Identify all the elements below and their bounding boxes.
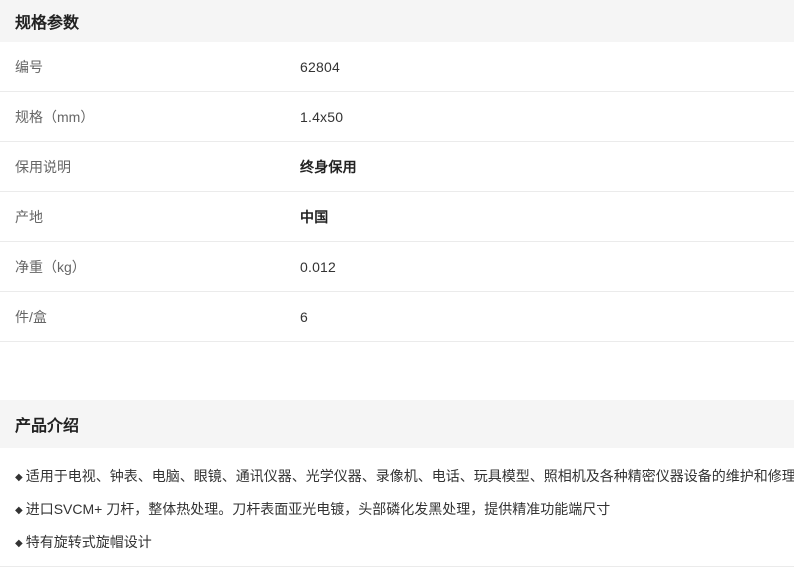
list-item: ◆适用于电视、钟表、电脑、眼镜、通讯仪器、光学仪器、录像机、电话、玩具模型、照相… xyxy=(15,461,779,494)
spec-label: 编号 xyxy=(0,57,300,77)
spec-value: 终身保用 xyxy=(300,157,357,177)
table-row: 规格（mm） 1.4x50 xyxy=(0,92,794,142)
spec-value: 中国 xyxy=(300,207,328,227)
spec-table: 编号 62804 规格（mm） 1.4x50 保用说明 终身保用 产地 中国 净… xyxy=(0,42,794,342)
list-item: ◆进口SVCM+ 刀杆，整体热处理。刀杆表面亚光电镀，头部磷化发黑处理，提供精准… xyxy=(15,494,779,527)
table-row: 保用说明 终身保用 xyxy=(0,142,794,192)
intro-section-title: 产品介绍 xyxy=(15,412,79,436)
spec-label: 规格（mm） xyxy=(0,107,300,127)
list-item: ◆特有旋转式旋帽设计 xyxy=(15,527,779,560)
spec-label: 净重（kg） xyxy=(0,257,300,277)
spec-value: 1.4x50 xyxy=(300,109,343,125)
spec-section-header: 规格参数 xyxy=(0,0,794,42)
diamond-bullet-icon: ◆ xyxy=(15,496,23,526)
spec-label: 保用说明 xyxy=(0,157,300,177)
spec-label: 产地 xyxy=(0,207,300,227)
intro-section-header: 产品介绍 xyxy=(0,400,794,448)
intro-item-text: 进口SVCM+ 刀杆，整体热处理。刀杆表面亚光电镀，头部磷化发黑处理，提供精准功… xyxy=(26,501,611,517)
spec-value: 62804 xyxy=(300,59,340,75)
spec-section-title: 规格参数 xyxy=(15,9,79,33)
table-row: 产地 中国 xyxy=(0,192,794,242)
spec-label: 件/盒 xyxy=(0,307,300,327)
diamond-bullet-icon: ◆ xyxy=(15,529,23,559)
section-gap xyxy=(0,342,794,400)
diamond-bullet-icon: ◆ xyxy=(15,463,23,493)
intro-content: ◆适用于电视、钟表、电脑、眼镜、通讯仪器、光学仪器、录像机、电话、玩具模型、照相… xyxy=(0,448,794,567)
table-row: 净重（kg） 0.012 xyxy=(0,242,794,292)
intro-item-text: 适用于电视、钟表、电脑、眼镜、通讯仪器、光学仪器、录像机、电话、玩具模型、照相机… xyxy=(26,468,794,484)
intro-item-text: 特有旋转式旋帽设计 xyxy=(26,534,152,550)
table-row: 编号 62804 xyxy=(0,42,794,92)
spec-value: 0.012 xyxy=(300,259,336,275)
table-row: 件/盒 6 xyxy=(0,292,794,342)
spec-value: 6 xyxy=(300,309,308,325)
